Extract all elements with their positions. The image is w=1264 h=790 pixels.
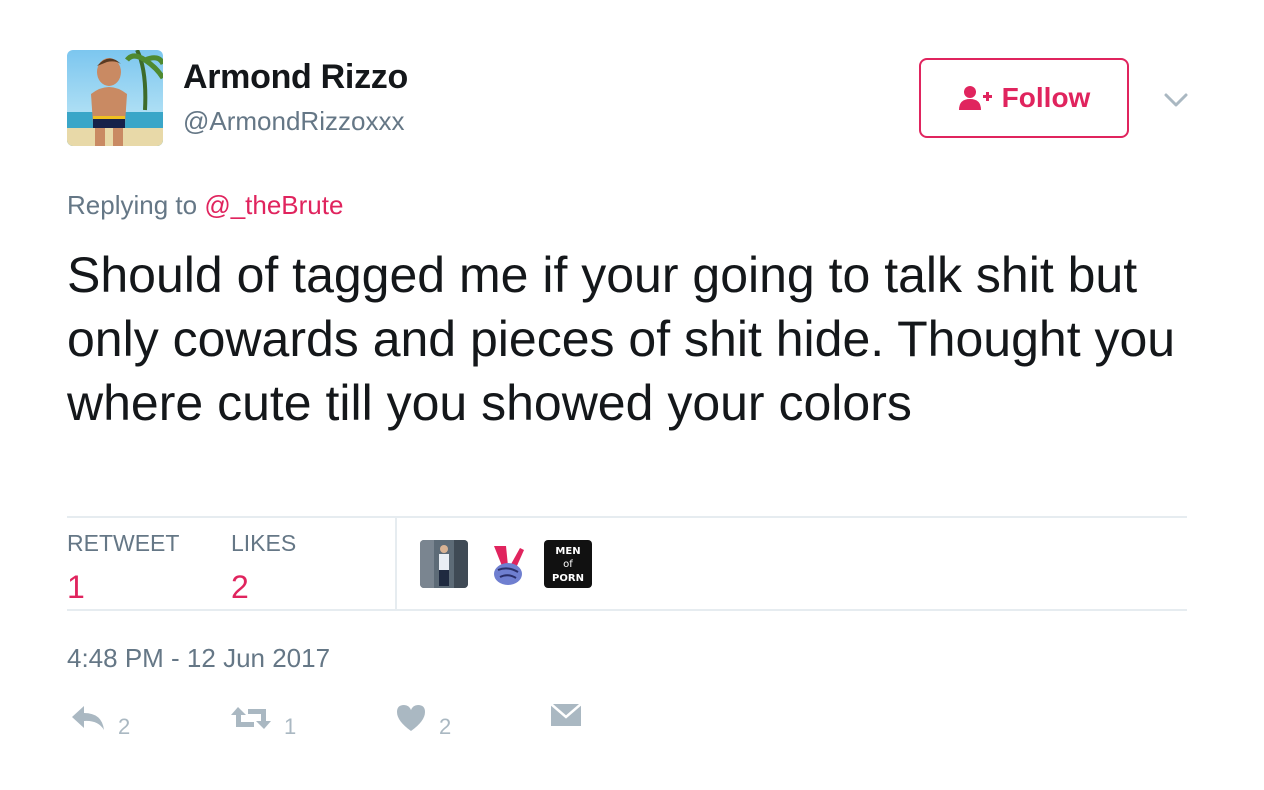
follow-button[interactable]: Follow: [919, 58, 1129, 138]
stats-vertical-divider: [395, 517, 397, 610]
liker-avatar-person-photo[interactable]: [420, 540, 468, 588]
author-screen-name[interactable]: @ArmondRizzoxxx: [183, 106, 404, 137]
like-action-button[interactable]: 2: [395, 700, 451, 740]
tweet-timestamp[interactable]: 4:48 PM - 12 Jun 2017: [67, 643, 330, 674]
reply-context: Replying to @_theBrute: [67, 190, 343, 221]
reply-action-button[interactable]: 2: [70, 700, 130, 740]
likes-stat-label: LIKES: [231, 530, 297, 556]
author-avatar[interactable]: [67, 50, 163, 146]
retweet-stat-count: 1: [67, 569, 85, 605]
reply-context-prefix: Replying to: [67, 190, 198, 220]
follow-user-icon: [958, 84, 992, 112]
logo-text-line-1: MEN: [555, 546, 580, 557]
logo-text-line-2: of: [563, 559, 573, 570]
retweet-icon: [230, 703, 272, 738]
author-display-name[interactable]: Armond Rizzo: [183, 58, 408, 97]
liker-avatars: MEN of PORN: [420, 540, 592, 588]
direct-message-action-button[interactable]: [550, 700, 582, 733]
liker-avatar-men-of-porn-logo[interactable]: MEN of PORN: [544, 540, 592, 588]
retweet-stat-label: RETWEET: [67, 530, 180, 556]
logo-text-line-3: PORN: [552, 573, 584, 584]
retweet-stat[interactable]: RETWEET 1: [67, 530, 179, 606]
liker-avatar-peace-hand[interactable]: [482, 540, 530, 588]
likes-stat[interactable]: LIKES 2: [231, 530, 296, 606]
follow-button-label: Follow: [1001, 82, 1091, 113]
stats-bottom-divider: [67, 609, 1187, 611]
like-count: 2: [439, 714, 452, 739]
reply-count: 2: [118, 714, 131, 739]
envelope-icon: [550, 700, 582, 733]
likes-stat-count: 2: [231, 569, 249, 605]
heart-icon: [395, 703, 427, 738]
reply-icon: [70, 703, 106, 738]
tweet-text: Should of tagged me if your going to tal…: [67, 247, 1176, 431]
stats-top-divider: [67, 516, 1187, 518]
retweet-action-button[interactable]: 1: [230, 700, 296, 740]
retweet-count: 1: [284, 714, 297, 739]
chevron-down-icon[interactable]: [1162, 86, 1190, 114]
reply-mention-link[interactable]: @_theBrute: [204, 190, 343, 220]
